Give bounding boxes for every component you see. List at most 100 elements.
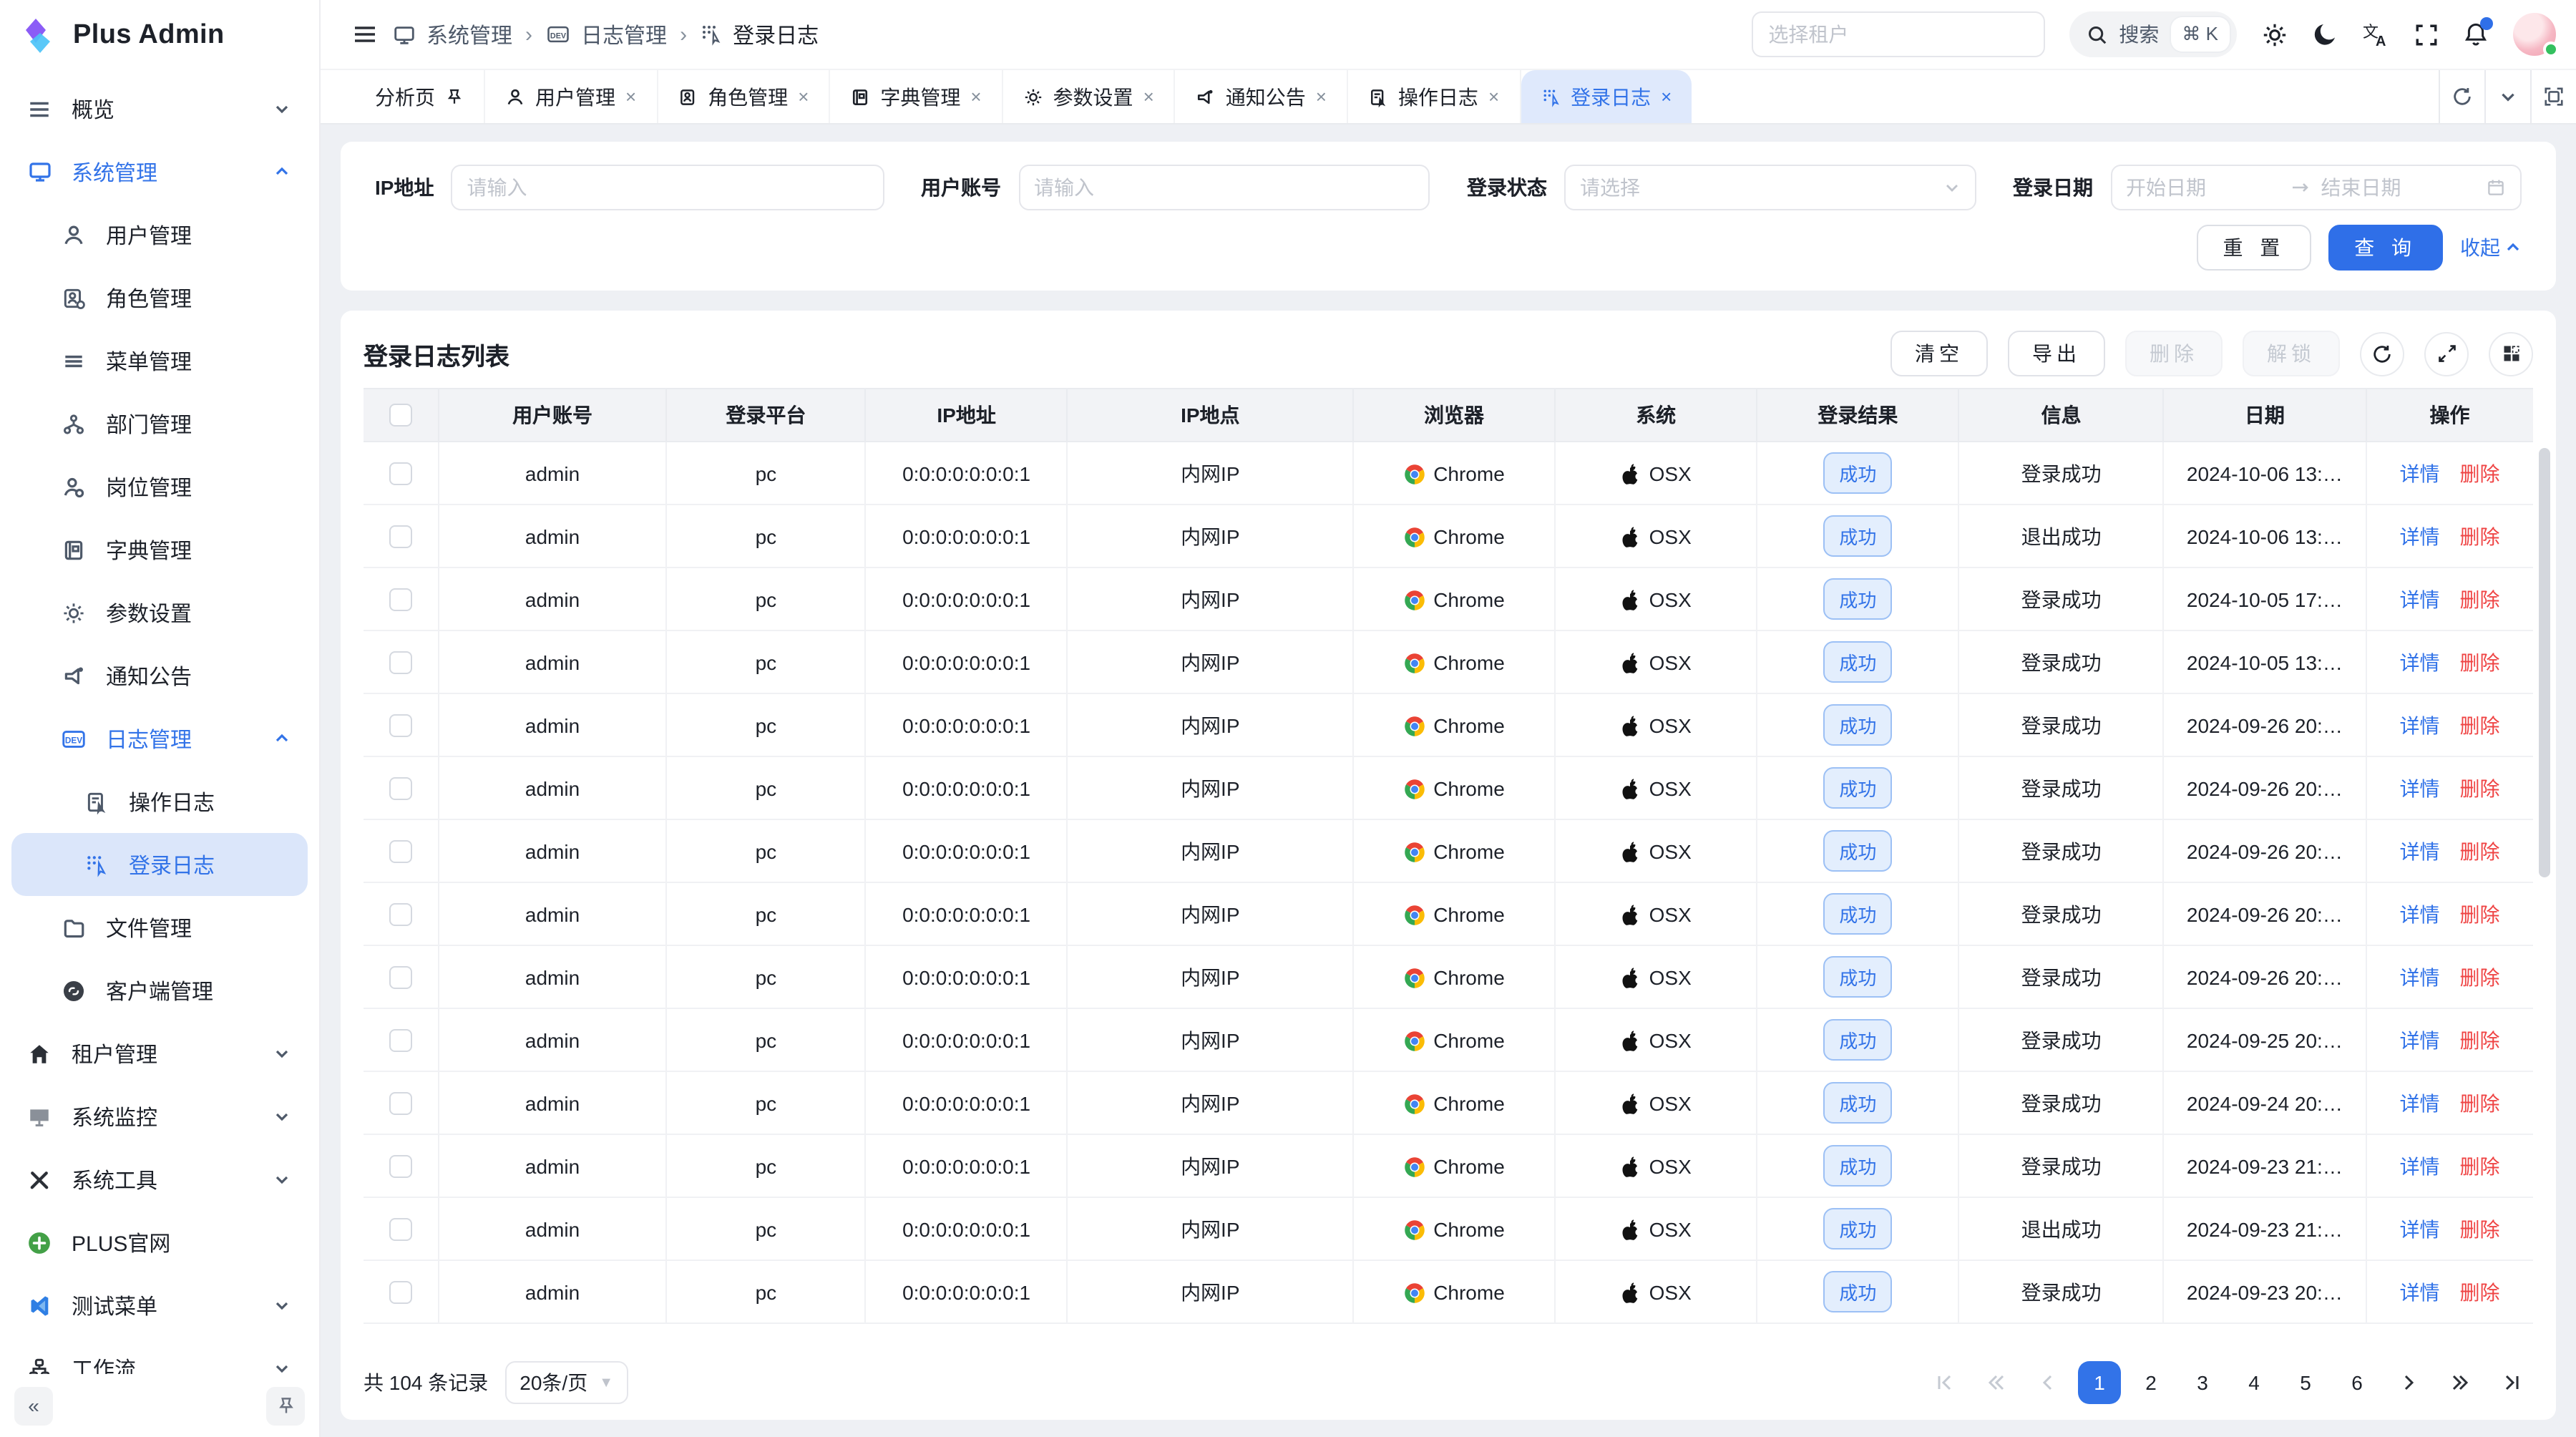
table-expand-button[interactable] (2424, 331, 2469, 376)
row-checkbox[interactable] (389, 902, 412, 925)
close-icon[interactable]: × (970, 86, 981, 107)
table-row[interactable]: admin pc 0:0:0:0:0:0:0:1 内网IP Chrome (364, 945, 2533, 1008)
row-checkbox[interactable] (389, 1154, 412, 1177)
table-row[interactable]: admin pc 0:0:0:0:0:0:0:1 内网IP Chrome (364, 568, 2533, 630)
reset-button[interactable]: 重 置 (2197, 225, 2311, 271)
translate-icon[interactable]: 文A (2363, 21, 2390, 48)
fullscreen-icon[interactable] (2414, 22, 2439, 47)
tab-user-mgmt[interactable]: 用户管理 × (485, 70, 658, 123)
ip-input[interactable] (451, 165, 884, 210)
table-refresh-button[interactable] (2360, 331, 2404, 376)
detail-link[interactable]: 详情 (2400, 965, 2440, 988)
detail-link[interactable]: 详情 (2400, 776, 2440, 799)
detail-link[interactable]: 详情 (2400, 651, 2440, 673)
delete-link[interactable]: 删除 (2460, 1028, 2500, 1051)
delete-link[interactable]: 删除 (2460, 588, 2500, 610)
first-page-button[interactable] (1923, 1361, 1966, 1404)
table-row[interactable]: admin pc 0:0:0:0:0:0:0:1 内网IP Chrome (364, 693, 2533, 756)
breadcrumb-item[interactable]: 系统管理 (426, 19, 512, 49)
detail-link[interactable]: 详情 (2400, 902, 2440, 925)
row-checkbox[interactable] (389, 462, 412, 484)
dark-mode-moon-icon[interactable] (2313, 21, 2338, 47)
select-all-checkbox[interactable] (389, 404, 412, 427)
pin-icon[interactable] (445, 87, 464, 106)
detail-link[interactable]: 详情 (2400, 1280, 2440, 1303)
sidebar-item-dept-mgmt[interactable]: 部门管理 (0, 392, 319, 455)
settings-gear-icon[interactable] (2261, 21, 2288, 48)
detail-link[interactable]: 详情 (2400, 839, 2440, 862)
delete-link[interactable]: 删除 (2460, 1154, 2500, 1177)
detail-link[interactable]: 详情 (2400, 1091, 2440, 1114)
sidebar-item-operation-log[interactable]: 操作日志 (0, 770, 319, 833)
sidebar-item-notice[interactable]: 通知公告 (0, 644, 319, 707)
delete-link[interactable]: 删除 (2460, 965, 2500, 988)
unlock-button[interactable]: 解锁 (2243, 331, 2340, 376)
sidebar-item-client-mgmt[interactable]: 客户端管理 (0, 959, 319, 1022)
table-row[interactable]: admin pc 0:0:0:0:0:0:0:1 内网IP Chrome (364, 756, 2533, 819)
export-button[interactable]: 导出 (2008, 331, 2105, 376)
global-search[interactable]: 搜索 ⌘ K (2069, 11, 2237, 57)
login-status-select[interactable]: 请选择 (1564, 165, 1976, 210)
prev-page-button[interactable] (2026, 1361, 2069, 1404)
clear-button[interactable]: 清空 (1890, 331, 1988, 376)
delete-link[interactable]: 删除 (2460, 1091, 2500, 1114)
sidebar-item-system-mgmt[interactable]: 系统管理 (0, 140, 319, 203)
table-row[interactable]: admin pc 0:0:0:0:0:0:0:1 内网IP Chrome (364, 1071, 2533, 1134)
close-icon[interactable]: × (1316, 86, 1327, 107)
detail-link[interactable]: 详情 (2400, 525, 2440, 547)
tab-role-mgmt[interactable]: 角色管理 × (658, 70, 830, 123)
logo-row[interactable]: Plus Admin (0, 0, 319, 72)
table-row[interactable]: admin pc 0:0:0:0:0:0:0:1 内网IP Chrome (364, 882, 2533, 945)
page-6-button[interactable]: 6 (2336, 1361, 2379, 1404)
detail-link[interactable]: 详情 (2400, 1028, 2440, 1051)
detail-link[interactable]: 详情 (2400, 462, 2440, 484)
tabs-refresh-button[interactable] (2439, 70, 2484, 123)
sidebar-item-param-settings[interactable]: 参数设置 (0, 581, 319, 644)
row-checkbox[interactable] (389, 776, 412, 799)
column-settings-button[interactable] (2489, 331, 2533, 376)
row-checkbox[interactable] (389, 588, 412, 610)
sidebar-item-workflow[interactable]: 工作流 (0, 1337, 319, 1374)
delete-link[interactable]: 删除 (2460, 902, 2500, 925)
sidebar-item-dict-mgmt[interactable]: 字典管理 (0, 518, 319, 581)
page-3-button[interactable]: 3 (2181, 1361, 2224, 1404)
sidebar-item-role-mgmt[interactable]: 角色管理 (0, 266, 319, 329)
detail-link[interactable]: 详情 (2400, 588, 2440, 610)
table-row[interactable]: admin pc 0:0:0:0:0:0:0:1 内网IP Chrome (364, 505, 2533, 568)
page-4-button[interactable]: 4 (2233, 1361, 2275, 1404)
sidebar-item-plus-site[interactable]: PLUS官网 (0, 1211, 319, 1274)
delete-link[interactable]: 删除 (2460, 1217, 2500, 1240)
back-five-pages-button[interactable] (1975, 1361, 2018, 1404)
tab-analysis[interactable]: 分析页 (355, 70, 485, 123)
table-row[interactable]: admin pc 0:0:0:0:0:0:0:1 内网IP Chrome (364, 1134, 2533, 1197)
table-row[interactable]: admin pc 0:0:0:0:0:0:0:1 内网IP Chrome (364, 1197, 2533, 1260)
delete-button[interactable]: 删除 (2125, 331, 2223, 376)
row-checkbox[interactable] (389, 1028, 412, 1051)
collapse-filters-link[interactable]: 收起 (2460, 233, 2522, 262)
page-5-button[interactable]: 5 (2284, 1361, 2327, 1404)
tab-param-settings[interactable]: 参数设置 × (1003, 70, 1176, 123)
row-checkbox[interactable] (389, 965, 412, 988)
detail-link[interactable]: 详情 (2400, 1154, 2440, 1177)
delete-link[interactable]: 删除 (2460, 839, 2500, 862)
tab-notice[interactable]: 通知公告 × (1176, 70, 1348, 123)
delete-link[interactable]: 删除 (2460, 651, 2500, 673)
tabs-fullscreen-button[interactable] (2530, 70, 2576, 123)
table-row[interactable]: admin pc 0:0:0:0:0:0:0:1 内网IP Chrome (364, 1008, 2533, 1071)
sidebar-item-user-mgmt[interactable]: 用户管理 (0, 203, 319, 266)
sidebar-item-tenant-mgmt[interactable]: 租户管理 (0, 1022, 319, 1085)
delete-link[interactable]: 删除 (2460, 462, 2500, 484)
close-icon[interactable]: × (1143, 86, 1154, 107)
tab-login-log[interactable]: 登录日志 × (1521, 70, 1692, 123)
sidebar-item-login-log[interactable]: 登录日志 (11, 833, 308, 896)
vertical-scrollbar-thumb[interactable] (2539, 448, 2550, 877)
user-avatar[interactable] (2513, 13, 2556, 56)
delete-link[interactable]: 删除 (2460, 1280, 2500, 1303)
detail-link[interactable]: 详情 (2400, 1217, 2440, 1240)
login-date-range-picker[interactable]: 开始日期 结束日期 (2110, 165, 2522, 210)
sidebar-item-system-monitor[interactable]: 系统监控 (0, 1085, 319, 1148)
sidebar-collapse-button[interactable]: « (14, 1386, 53, 1425)
table-row[interactable]: admin pc 0:0:0:0:0:0:0:1 内网IP Chrome (364, 819, 2533, 882)
table-row[interactable]: admin pc 0:0:0:0:0:0:0:1 内网IP Chrome (364, 630, 2533, 693)
page-size-select[interactable]: 20条/页 ▼ (505, 1361, 628, 1404)
